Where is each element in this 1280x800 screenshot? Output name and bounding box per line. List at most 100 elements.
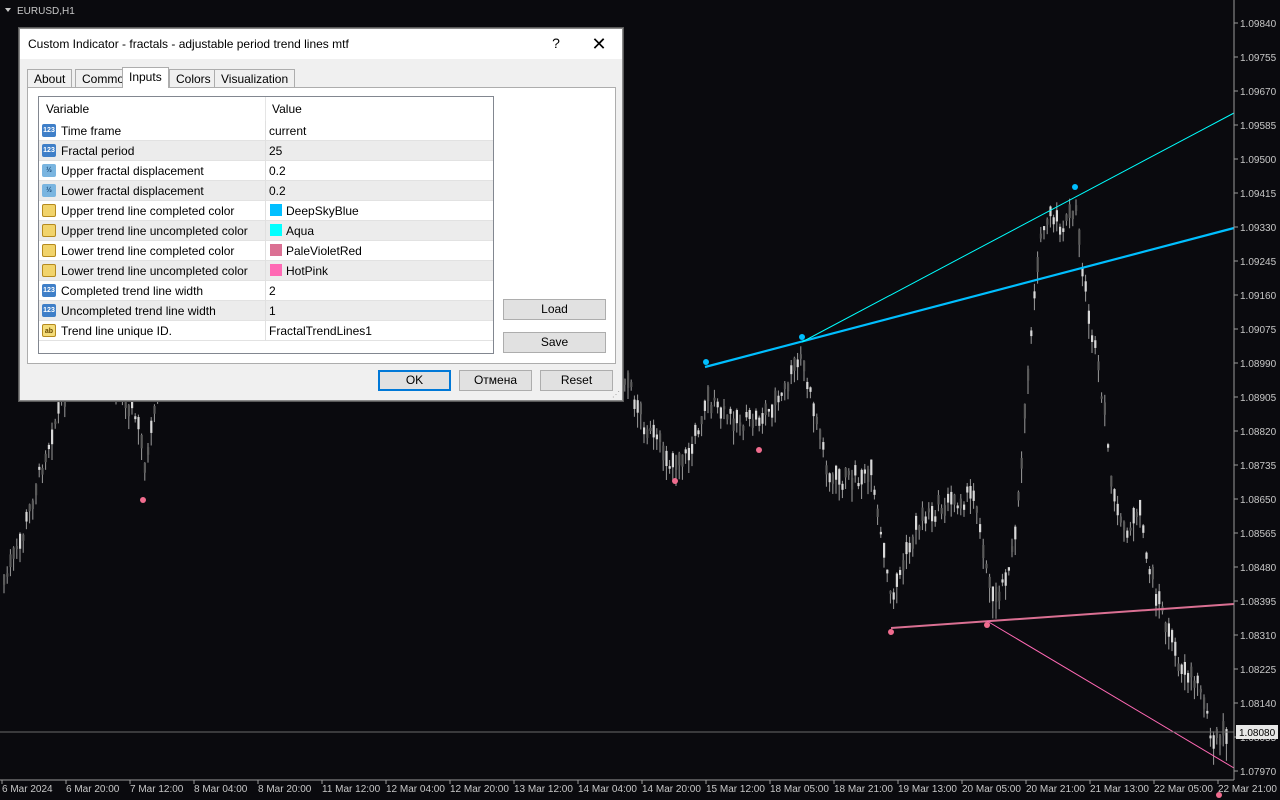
help-button[interactable]: ?: [546, 35, 566, 53]
param-name: Uncompleted trend line width: [61, 304, 216, 318]
candle-body: [1183, 661, 1186, 675]
param-value[interactable]: 2: [269, 284, 276, 298]
param-row[interactable]: ½ Lower fractal displacement 0.2: [39, 181, 493, 201]
candle-body: [639, 403, 642, 415]
candle-body: [1215, 728, 1218, 739]
tab-colors[interactable]: Colors: [169, 69, 218, 87]
candle-body: [1100, 396, 1103, 399]
param-row[interactable]: Lower trend line completed color PaleViol…: [39, 241, 493, 261]
candle-body: [835, 465, 838, 480]
column-separator[interactable]: [265, 97, 266, 121]
candle-body: [35, 484, 38, 496]
candle-body: [1135, 511, 1138, 518]
upper-fractal-marker: [1072, 184, 1078, 190]
candle-body: [143, 462, 146, 473]
candle-body: [883, 543, 886, 558]
candle-body: [857, 482, 860, 487]
param-row[interactable]: Upper trend line uncompleted color Aqua: [39, 221, 493, 241]
current-price-label: 1.08080: [1239, 728, 1276, 739]
candle-body: [707, 386, 710, 402]
candle-body: [748, 410, 751, 419]
close-button[interactable]: ✕: [586, 32, 612, 56]
param-value[interactable]: PaleVioletRed: [286, 244, 362, 258]
candle-body: [1116, 503, 1119, 516]
time-tick-label: 12 Mar 04:00: [386, 784, 445, 795]
candle-body: [947, 493, 950, 503]
param-row[interactable]: 123 Time frame current: [39, 121, 493, 141]
param-row[interactable]: 123 Fractal period 25: [39, 141, 493, 161]
candle-body: [876, 508, 879, 517]
param-row[interactable]: ½ Upper fractal displacement 0.2: [39, 161, 493, 181]
candle-body: [777, 395, 780, 403]
candle-body: [975, 506, 978, 513]
param-value[interactable]: current: [269, 124, 306, 138]
candle-body: [1033, 291, 1036, 299]
candle-body: [675, 455, 678, 470]
param-value[interactable]: 0.2: [269, 164, 286, 178]
candle-body: [662, 445, 665, 461]
param-row[interactable]: Lower trend line uncompleted color HotPin…: [39, 261, 493, 281]
param-value[interactable]: 25: [269, 144, 282, 158]
param-row[interactable]: ab Trend line unique ID. FractalTrendLines…: [39, 321, 493, 341]
candle-body: [847, 470, 850, 476]
cell-separator: [265, 121, 266, 141]
candle-body: [1119, 516, 1122, 523]
candle-body: [1004, 572, 1007, 586]
candle-body: [934, 516, 937, 522]
tab-visualization[interactable]: Visualization: [214, 69, 296, 87]
value-column-header[interactable]: Value: [272, 102, 302, 116]
save-button[interactable]: Save: [503, 332, 606, 353]
candle-body: [1199, 688, 1202, 693]
candle-body: [943, 505, 946, 516]
candle-body: [1177, 663, 1180, 671]
color-swatch[interactable]: [270, 244, 282, 256]
color-swatch[interactable]: [270, 204, 282, 216]
candle-body: [793, 357, 796, 371]
candle-body: [655, 434, 658, 440]
price-tick-label: 1.09160: [1240, 291, 1277, 302]
candle-body: [742, 425, 745, 431]
color-type-icon: [42, 224, 56, 237]
param-value[interactable]: Aqua: [286, 224, 314, 238]
reset-button[interactable]: Reset: [540, 370, 613, 391]
price-tick-label: 1.08990: [1240, 359, 1277, 370]
color-swatch[interactable]: [270, 264, 282, 276]
candle-body: [790, 365, 793, 375]
param-value[interactable]: HotPink: [286, 264, 328, 278]
param-row[interactable]: Upper trend line completed color DeepSkyB…: [39, 201, 493, 221]
dialog-title-bar[interactable]: Custom Indicator - fractals - adjustable…: [20, 29, 622, 59]
param-value[interactable]: FractalTrendLines1: [269, 324, 372, 338]
price-tick-label: 1.09245: [1240, 257, 1277, 268]
candle-body: [646, 429, 649, 438]
candle-body: [1107, 444, 1110, 448]
time-tick-label: 11 Mar 12:00: [322, 784, 381, 795]
param-value[interactable]: 0.2: [269, 184, 286, 198]
param-value[interactable]: DeepSkyBlue: [286, 204, 359, 218]
candle-body: [966, 486, 969, 493]
candle-body: [892, 592, 895, 600]
tab-about[interactable]: About: [27, 69, 73, 87]
candle-body: [633, 399, 636, 409]
tab-inputs[interactable]: Inputs: [122, 67, 169, 88]
variable-column-header[interactable]: Variable: [46, 102, 89, 116]
resize-grip-icon[interactable]: ⋰: [612, 390, 620, 399]
candle-body: [761, 413, 764, 424]
candle-body: [687, 447, 690, 461]
load-button[interactable]: Load: [503, 299, 606, 320]
cancel-button[interactable]: Отмена: [459, 370, 532, 391]
candle-body: [678, 453, 681, 466]
candle-body: [809, 387, 812, 392]
param-row[interactable]: 123 Uncompleted trend line width 1: [39, 301, 493, 321]
param-value[interactable]: 1: [269, 304, 276, 318]
candle-body: [697, 430, 700, 435]
param-row[interactable]: 123 Completed trend line width 2: [39, 281, 493, 301]
candle-body: [956, 505, 959, 509]
candle-body: [755, 410, 758, 420]
candle-body: [838, 469, 841, 485]
cell-separator: [265, 161, 266, 181]
color-swatch[interactable]: [270, 224, 282, 236]
candle-body: [1097, 361, 1100, 371]
candle-body: [665, 450, 668, 467]
candle-body: [851, 477, 854, 490]
ok-button[interactable]: OK: [378, 370, 451, 391]
